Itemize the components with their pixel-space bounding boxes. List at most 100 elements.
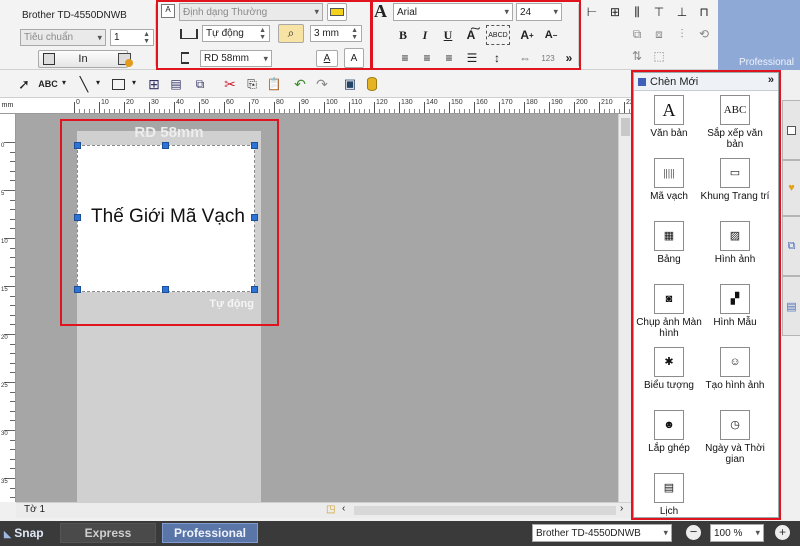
selection-handle[interactable] <box>74 214 81 221</box>
size-icon[interactable]: ⬚ <box>649 46 669 66</box>
vertical-scrollbar[interactable] <box>618 114 632 502</box>
spin-icon[interactable]: ▲ ▼ <box>351 27 358 41</box>
express-tab[interactable]: Express <box>60 523 156 543</box>
selection-handle[interactable] <box>251 214 258 221</box>
group-icon[interactable]: ⧉ <box>627 24 647 44</box>
ungroup-icon[interactable]: ⧈ <box>649 24 669 44</box>
insert-item-screen-capture[interactable]: ◙ Chụp ảnh Màn hình <box>634 284 704 339</box>
label-text[interactable]: Thế Giới Mã Vạch <box>80 206 256 228</box>
selection-handle[interactable] <box>251 286 258 293</box>
align-bottom-icon[interactable]: ⊓ <box>694 2 714 22</box>
line-spacing-icon[interactable]: ↕ <box>487 48 507 68</box>
sheet-tab[interactable]: Tờ 1 <box>24 504 45 515</box>
font-shrink-icon[interactable]: A − <box>541 25 561 45</box>
margin-field[interactable]: 3 mm ▲ ▼ <box>310 25 362 42</box>
side-tab-layout[interactable]: ⧉ <box>782 216 800 276</box>
shape-tool-icon[interactable] <box>108 74 128 94</box>
align-objects-icon[interactable]: ⊢ <box>582 2 602 22</box>
zoom-out-icon[interactable]: − <box>686 525 701 540</box>
text-tool-icon[interactable]: ABC <box>38 74 58 94</box>
horizontal-scroll-track[interactable] <box>354 506 616 515</box>
format-style-dropdown[interactable]: Định dạng Thường ▾ <box>179 3 323 21</box>
table-tool-icon[interactable]: ⊞ <box>144 74 164 94</box>
zoom-dropdown[interactable]: 100 % ▾ <box>710 524 764 542</box>
italic-icon[interactable]: I <box>415 25 435 45</box>
chevron-down-icon[interactable]: ▾ <box>96 78 100 87</box>
spin-icon[interactable]: ▲ ▼ <box>259 27 266 41</box>
font-name-dropdown[interactable]: Arial ▾ <box>393 3 513 21</box>
line-tool-icon[interactable]: ╲ <box>74 74 94 94</box>
add-sheet-icon[interactable]: ◳ <box>326 504 335 515</box>
paper-size-dropdown[interactable]: RD 58mm ▾ <box>200 50 272 67</box>
insert-item-calendar[interactable]: ▤ Lịch <box>634 473 704 517</box>
selection-handle[interactable] <box>251 142 258 149</box>
mode-tab[interactable]: Professional <box>718 0 800 70</box>
numbering-icon[interactable]: 123 <box>538 48 558 68</box>
font-size-dropdown[interactable]: 24 ▾ <box>516 3 562 21</box>
selection-handle[interactable] <box>162 286 169 293</box>
group-tool-icon[interactable]: ⧉ <box>190 74 210 94</box>
side-tab-database[interactable]: ▤ <box>782 276 800 336</box>
redo-icon[interactable]: ↷ <box>312 74 332 94</box>
vertical-text-button[interactable]: A <box>344 48 364 68</box>
selection-handle[interactable] <box>74 286 81 293</box>
insert-item-table[interactable]: ▦ Bảng <box>634 221 704 265</box>
zoom-in-icon[interactable]: + <box>775 525 790 540</box>
status-printer-dropdown[interactable]: Brother TD-4550DNWB ▾ <box>532 524 672 542</box>
text-frame-button[interactable]: A <box>316 50 338 67</box>
insert-item-symbol[interactable]: ✱ Biểu tượng <box>634 347 704 391</box>
align-right-icon[interactable]: ≡ <box>439 48 459 68</box>
underline-icon[interactable]: U <box>438 25 458 45</box>
professional-tab[interactable]: Professional <box>162 523 258 543</box>
font-grow-icon[interactable]: A + <box>517 25 537 45</box>
align-left-icon[interactable]: ≡ <box>395 48 415 68</box>
insert-item-image[interactable]: ▨ Hình ảnh <box>700 221 770 265</box>
grid-icon[interactable]: ⊞ <box>605 2 625 22</box>
bold-icon[interactable]: B <box>393 25 413 45</box>
align-top-icon[interactable]: ⊤ <box>649 2 669 22</box>
format-color-button[interactable] <box>327 3 347 21</box>
select-arrow-icon[interactable]: ➚ <box>14 74 34 94</box>
more-icon[interactable]: » <box>559 48 579 68</box>
undo-icon[interactable]: ↶ <box>290 74 310 94</box>
selection-handle[interactable] <box>162 142 169 149</box>
justify-icon[interactable]: ☰ <box>462 48 482 68</box>
insert-item-barcode[interactable]: ||||| Mã vạch <box>634 158 704 202</box>
auto-length-button[interactable]: ⌕ <box>278 24 304 43</box>
side-tab-object[interactable] <box>782 100 800 160</box>
distribute-icon[interactable]: ⫼ <box>627 2 647 22</box>
order-icon[interactable]: ⫶ <box>672 24 692 44</box>
insert-item-frame[interactable]: ▭ Khung Trang trí <box>700 158 770 202</box>
spin-icon[interactable]: ▲ ▼ <box>143 31 150 45</box>
paste-icon[interactable]: 📋 <box>264 74 284 94</box>
text-fit-icon[interactable]: ABCD <box>486 25 510 45</box>
side-tab-properties[interactable]: ♥ <box>782 160 800 216</box>
database-tool-icon[interactable]: ▤ <box>166 74 186 94</box>
insert-item-make-image[interactable]: ☺ Tạo hình ảnh <box>700 347 770 391</box>
align-center-icon[interactable]: ≡ <box>417 48 437 68</box>
length-mode-field[interactable]: Tự động ▲ ▼ <box>202 25 270 42</box>
cut-icon[interactable]: ✂ <box>220 74 240 94</box>
copy-icon[interactable]: ⎘ <box>242 74 262 94</box>
insert-item-arrange-text[interactable]: ABC Sắp xếp văn bản <box>700 95 770 150</box>
insert-item-text[interactable]: A Văn bản <box>634 95 704 139</box>
scroll-left-icon[interactable]: ‹ <box>342 503 345 514</box>
snap-mode[interactable]: ◣ Snap <box>4 526 44 540</box>
character-spacing-icon[interactable]: ⇔ <box>515 48 535 68</box>
chevron-down-icon[interactable]: ▾ <box>62 78 66 87</box>
rotate-icon[interactable]: ⟲ <box>694 24 714 44</box>
scroll-thumb[interactable] <box>621 118 630 136</box>
layout-icon[interactable]: ▣ <box>340 74 360 94</box>
insert-item-date-time[interactable]: ◷ Ngày và Thời gian <box>700 410 770 465</box>
text-effect-icon[interactable]: A͠ <box>461 25 481 45</box>
print-options-icon[interactable] <box>114 49 134 69</box>
quality-dropdown[interactable]: Tiêu chuẩn ▾ <box>20 29 106 46</box>
scroll-right-icon[interactable]: › <box>620 503 623 514</box>
selection-handle[interactable] <box>74 142 81 149</box>
insert-item-clip-art[interactable]: ▞ Hình Mẫu <box>700 284 770 328</box>
align-middle-icon[interactable]: ⊥ <box>672 2 692 22</box>
panel-expand-icon[interactable]: » <box>768 74 774 86</box>
flip-icon[interactable]: ⇅ <box>627 46 647 66</box>
copies-stepper[interactable]: 1 ▲ ▼ <box>110 29 154 46</box>
chevron-down-icon[interactable]: ▾ <box>132 78 136 87</box>
